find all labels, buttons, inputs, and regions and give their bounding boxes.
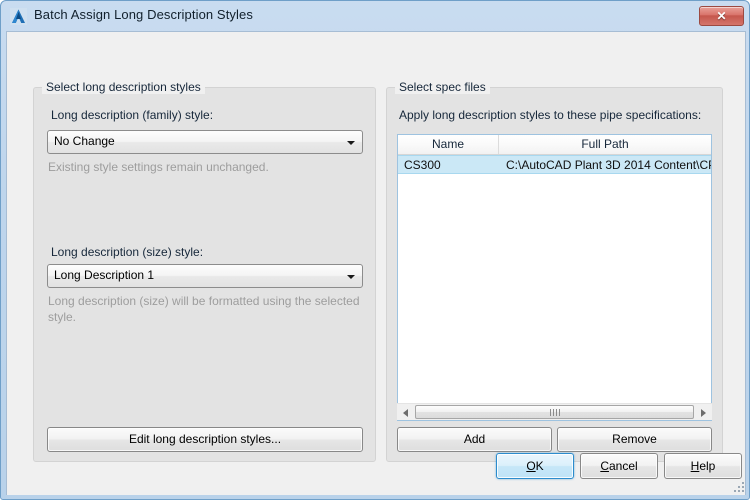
- cell-full-path: C:\AutoCAD Plant 3D 2014 Content\CPa: [506, 156, 711, 174]
- family-style-combobox[interactable]: No Change: [47, 130, 363, 154]
- cancel-button-accesskey: C: [600, 459, 609, 473]
- chevron-down-icon: [347, 275, 355, 279]
- cell-name: CS300: [404, 156, 499, 174]
- ok-button[interactable]: OK: [496, 453, 574, 479]
- table-row[interactable]: CS300 C:\AutoCAD Plant 3D 2014 Content\C…: [398, 155, 711, 174]
- family-style-hint: Existing style settings remain unchanged…: [48, 159, 363, 175]
- autocad-logo-icon: [10, 8, 27, 25]
- group-left-legend: Select long description styles: [42, 80, 205, 94]
- family-style-label: Long description (family) style:: [51, 108, 213, 122]
- column-header-name[interactable]: Name: [398, 135, 499, 154]
- column-header-full-path[interactable]: Full Path: [499, 135, 711, 154]
- edit-long-description-styles-button[interactable]: Edit long description styles...: [47, 427, 363, 452]
- family-style-value: No Change: [54, 134, 115, 148]
- cancel-button[interactable]: Cancel: [580, 453, 658, 479]
- chevron-down-icon: [347, 141, 355, 145]
- spec-files-list[interactable]: Name Full Path CS300 C:\AutoCAD Plant 3D…: [397, 134, 712, 421]
- dialog-client-area: Select long description styles Long desc…: [6, 31, 746, 495]
- spec-list-label: Apply long description styles to these p…: [399, 108, 701, 122]
- size-style-combobox[interactable]: Long Description 1: [47, 264, 363, 288]
- scrollbar-grip-icon: [550, 409, 561, 416]
- cancel-button-label: ancel: [609, 459, 638, 473]
- group-right-legend: Select spec files: [395, 80, 490, 94]
- title-bar[interactable]: Batch Assign Long Description Styles ✕: [1, 1, 750, 31]
- scrollbar-thumb[interactable]: [415, 405, 694, 419]
- ok-button-accesskey: O: [526, 459, 535, 473]
- add-button[interactable]: Add: [397, 427, 552, 452]
- scroll-right-arrow-icon[interactable]: [695, 404, 712, 420]
- dialog-window: Batch Assign Long Description Styles ✕ S…: [0, 0, 750, 500]
- help-button-label: elp: [699, 459, 715, 473]
- add-button-label: Add: [398, 428, 551, 451]
- ok-button-label: K: [536, 459, 544, 473]
- help-button[interactable]: Help: [664, 453, 742, 479]
- resize-grip[interactable]: [732, 482, 746, 496]
- edit-long-description-styles-label: Edit long description styles...: [48, 428, 362, 451]
- scroll-left-arrow-icon[interactable]: [397, 404, 414, 420]
- remove-button[interactable]: Remove: [557, 427, 712, 452]
- close-button[interactable]: ✕: [699, 6, 744, 26]
- remove-button-label: Remove: [558, 428, 711, 451]
- size-style-label: Long description (size) style:: [51, 245, 203, 259]
- close-icon: ✕: [700, 8, 743, 25]
- size-style-value: Long Description 1: [54, 268, 154, 282]
- list-header-row: Name Full Path: [398, 135, 711, 155]
- list-horizontal-scrollbar[interactable]: [397, 403, 712, 420]
- size-style-hint: Long description (size) will be formatte…: [48, 293, 362, 325]
- window-title: Batch Assign Long Description Styles: [34, 7, 253, 22]
